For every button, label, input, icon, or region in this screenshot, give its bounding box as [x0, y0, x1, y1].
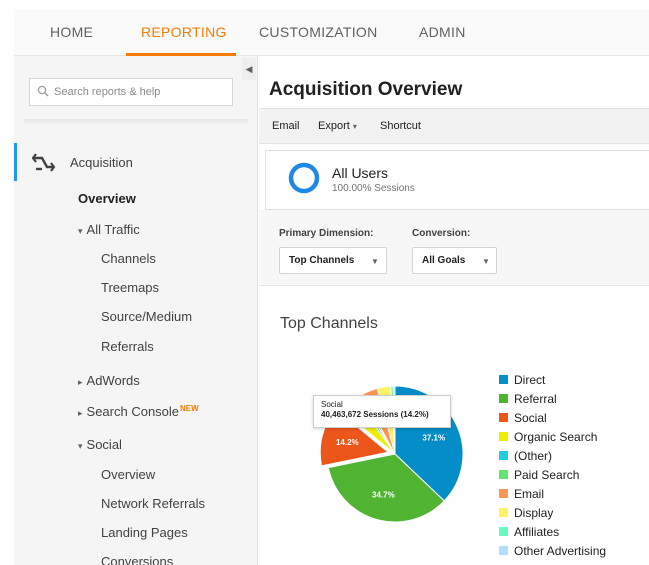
primary-dimension-label: Primary Dimension: [279, 228, 374, 239]
primary-dimension-dropdown[interactable]: Top Channels ▼ [279, 247, 387, 274]
caret-right-icon: ▸ [78, 377, 83, 387]
shortcut-button[interactable]: Shortcut [380, 120, 421, 132]
sidebar-item-all-traffic[interactable]: ▾ All Traffic [78, 222, 140, 237]
legend-label: (Other) [514, 449, 553, 463]
caret-down-icon: ▾ [78, 441, 83, 451]
search-input[interactable] [54, 82, 229, 102]
sidebar-item-treemaps[interactable]: Treemaps [101, 280, 159, 295]
legend-label: Social [514, 411, 547, 425]
sidebar-item-social[interactable]: ▾ Social [78, 437, 122, 452]
tab-reporting[interactable]: REPORTING [141, 24, 227, 40]
legend-label: Display [514, 506, 554, 520]
legend-item[interactable]: Direct [499, 373, 606, 392]
legend-item[interactable]: Social [499, 411, 606, 430]
sidebar-item-conversions[interactable]: Conversions [101, 554, 173, 565]
chart-tooltip: Social 40,463,672 Sessions (14.2%) [313, 395, 451, 428]
caret-down-icon: ▼ [482, 257, 490, 266]
tab-home[interactable]: HOME [50, 24, 93, 40]
tooltip-value: 40,463,672 Sessions (14.2%) [321, 410, 429, 419]
segment-card[interactable] [265, 150, 649, 210]
divider [24, 119, 248, 125]
sidebar-item-acquisition[interactable]: Acquisition [70, 155, 133, 170]
segment-ring-icon [288, 162, 320, 194]
active-section-indicator [14, 143, 17, 181]
sidebar-item-label: All Traffic [86, 222, 140, 237]
new-badge: NEW [180, 404, 199, 413]
caret-right-icon: ▸ [78, 408, 83, 418]
slice-data-label: 34.7% [372, 491, 395, 500]
legend-item[interactable]: Other Advertising [499, 544, 606, 563]
chart-title: Top Channels [280, 315, 378, 332]
tooltip-title: Social [321, 400, 343, 409]
legend-swatch [499, 413, 508, 422]
legend-swatch [499, 470, 508, 479]
legend-label: Referral [514, 392, 557, 406]
sidebar-item-label: AdWords [86, 373, 140, 388]
page-title: Acquisition Overview [269, 79, 463, 100]
sidebar-item-label: Search Console [86, 404, 180, 419]
legend-swatch [499, 451, 508, 460]
legend-swatch [499, 375, 508, 384]
legend-item[interactable]: Affiliates [499, 525, 606, 544]
export-button[interactable]: Export ▾ [318, 120, 357, 132]
sidebar-item-adwords[interactable]: ▸ AdWords [78, 373, 140, 388]
sidebar-item-network-referrals[interactable]: Network Referrals [101, 496, 205, 511]
search-box [29, 78, 233, 106]
legend-item[interactable]: Organic Search [499, 430, 606, 449]
email-button[interactable]: Email [272, 120, 300, 132]
sidebar-item-referrals[interactable]: Referrals [101, 339, 154, 354]
sidebar-item-landing-pages[interactable]: Landing Pages [101, 525, 188, 540]
dropdown-value: All Goals [422, 255, 466, 266]
chart-legend: Direct Referral Social Organic Search (Other… [499, 373, 606, 563]
sidebar-item-overview[interactable]: Overview [78, 191, 136, 206]
conversion-label: Conversion: [412, 228, 471, 239]
tab-customization[interactable]: CUSTOMIZATION [259, 24, 378, 40]
legend-swatch [499, 546, 508, 555]
slice-data-label: 37.1% [422, 433, 445, 442]
legend-swatch [499, 432, 508, 441]
legend-item[interactable]: (Other) [499, 449, 606, 468]
legend-swatch [499, 394, 508, 403]
legend-item[interactable]: Referral [499, 392, 606, 411]
legend-swatch [499, 527, 508, 536]
caret-down-icon: ▾ [352, 122, 357, 131]
tab-admin[interactable]: ADMIN [419, 24, 466, 40]
pie-chart: 37.1% 34.7% 14.2% [319, 385, 464, 523]
sidebar-item-channels[interactable]: Channels [101, 251, 156, 266]
legend-label: Affiliates [514, 525, 560, 539]
conversion-dropdown[interactable]: All Goals ▼ [412, 247, 497, 274]
caret-down-icon: ▾ [78, 226, 83, 236]
segment-name: All Users [332, 165, 389, 181]
sidebar-item-label: Social [86, 437, 122, 452]
legend-label: Paid Search [514, 468, 580, 482]
legend-swatch [499, 489, 508, 498]
acquisition-icon [32, 153, 56, 172]
legend-item[interactable]: Display [499, 506, 606, 525]
legend-swatch [499, 508, 508, 517]
segment-percentage: 100.00% Sessions [332, 183, 415, 194]
export-label: Export [318, 120, 350, 132]
sidebar-item-source-medium[interactable]: Source/Medium [101, 309, 192, 324]
legend-item[interactable]: Paid Search [499, 468, 606, 487]
legend-label: Email [514, 487, 545, 501]
caret-down-icon: ▼ [371, 257, 379, 266]
sidebar-item-search-console[interactable]: ▸ Search ConsoleNEW [78, 404, 199, 419]
search-icon [37, 85, 49, 97]
legend-label: Organic Search [514, 430, 598, 444]
legend-label: Direct [514, 373, 546, 387]
sidebar-item-social-overview[interactable]: Overview [101, 467, 155, 482]
collapse-sidebar-icon[interactable]: ◀ [242, 58, 256, 80]
legend-label: Other Advertising [514, 544, 607, 558]
slice-data-label: 14.2% [336, 438, 359, 447]
legend-item[interactable]: Email [499, 487, 606, 506]
top-navigation: HOME REPORTING CUSTOMIZATION ADMIN [14, 10, 649, 56]
dropdown-value: Top Channels [289, 255, 355, 266]
